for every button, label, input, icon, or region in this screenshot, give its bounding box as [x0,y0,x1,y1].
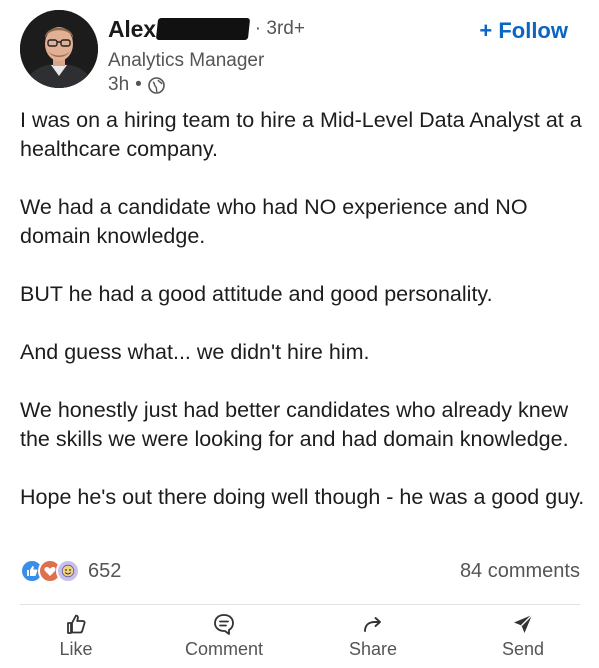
post-paragraph: We honestly just had better candidates w… [20,398,569,451]
post-paragraph: BUT he had a good attitude and good pers… [20,282,493,306]
author-title: Analytics Manager [108,50,265,71]
like-button[interactable]: Like [21,612,131,660]
comments-count-link[interactable]: 84 comments [460,560,580,583]
social-counts: 652 84 comments [20,556,580,586]
post-body: I was on a hiring team to hire a Mid-Lev… [20,106,590,541]
send-label: Send [501,639,545,659]
share-arrow-icon [364,617,381,632]
post-paragraph: I was on a hiring team to hire a Mid-Lev… [20,108,582,161]
funny-icon [56,559,80,583]
comment-button[interactable]: Comment [169,612,279,660]
reactions-summary[interactable]: 652 [20,559,121,583]
comment-icon [214,614,234,635]
follow-button[interactable]: + Follow [479,18,568,44]
globe-icon [147,76,165,94]
share-button[interactable]: Share [318,612,428,660]
connection-degree: · 3rd+ [254,18,305,39]
redaction-mark [155,18,250,40]
post-timestamp: 3h • [108,74,165,96]
post-paragraph: And guess what... we didn't hire him. [20,340,370,364]
post-paragraph: Hope he's out there doing well though - … [20,485,585,509]
post-time: 3h [108,74,130,95]
comment-label: Comment [184,639,264,659]
author-name[interactable]: Alex [108,16,156,43]
send-icon [514,614,533,633]
separator-dot: • [135,74,142,95]
like-label: Like [59,639,93,659]
send-button[interactable]: Send [468,612,578,660]
post-header: Alex · 3rd+ Analytics Manager 3h • + Fol… [20,10,580,95]
share-label: Share [348,639,398,659]
thumbs-up-icon [67,614,86,634]
avatar[interactable] [20,10,98,88]
author-name-row: Alex · 3rd+ [108,14,305,44]
post-actions-bar: Like Comment Share Send [0,612,599,668]
reaction-count: 652 [88,559,122,582]
post-paragraph: We had a candidate who had NO experience… [20,195,528,248]
divider [20,604,580,605]
